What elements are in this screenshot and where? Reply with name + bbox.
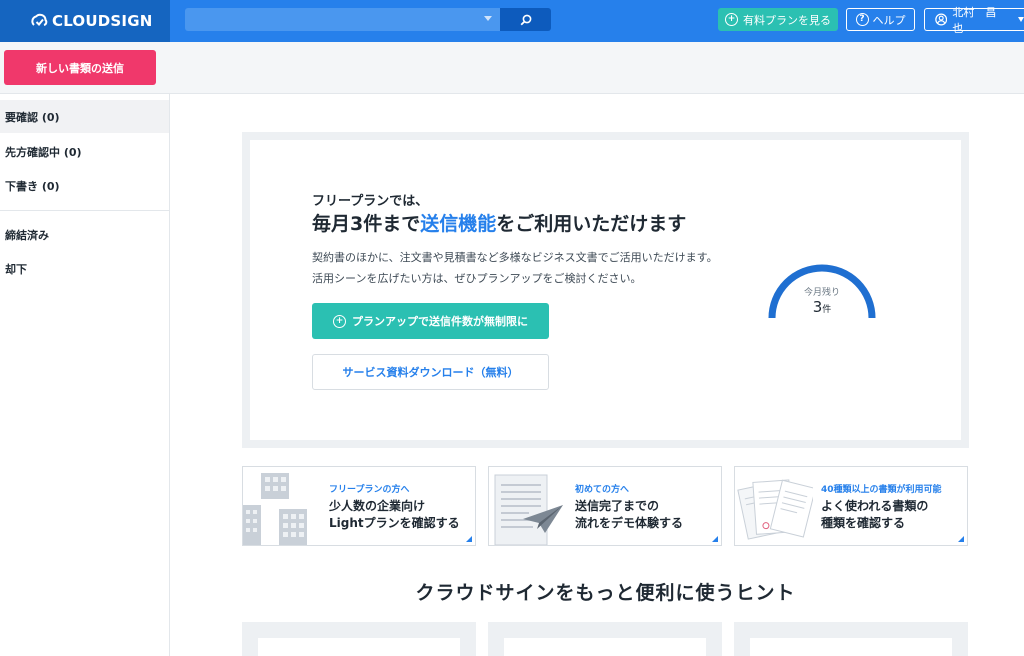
card-title-line1: 少人数の企業向け bbox=[329, 499, 426, 513]
card-title-line1: 送信完了までの bbox=[575, 499, 660, 513]
promo-title-after: をご利用いただけます bbox=[496, 213, 687, 235]
question-circle-icon: ? bbox=[855, 13, 869, 26]
view-paid-plans-button[interactable]: + 有料プランを見る bbox=[718, 8, 838, 31]
search-button[interactable] bbox=[500, 8, 551, 31]
paper-plane-document-icon bbox=[494, 474, 563, 545]
search-input[interactable] bbox=[185, 8, 500, 31]
user-menu-button[interactable]: 北村 昌也 bbox=[924, 6, 1024, 35]
help-label: ヘルプ bbox=[872, 13, 906, 27]
promo-title-highlight: 送信機能 bbox=[420, 213, 497, 235]
plus-circle-icon: + bbox=[725, 13, 738, 26]
promo-title: 毎月3件まで送信機能をご利用いただけます bbox=[312, 209, 686, 236]
sidebar-item-drafts[interactable]: 下書き (0) bbox=[0, 169, 169, 202]
hint-card[interactable] bbox=[734, 622, 968, 656]
sidebar-divider bbox=[0, 210, 169, 211]
hint-card-image bbox=[750, 638, 952, 656]
plus-circle-icon: + bbox=[333, 314, 346, 328]
card-title-line2: 流れをデモ体験する bbox=[575, 516, 684, 530]
cloudsign-logo-icon bbox=[31, 13, 48, 26]
corner-arrow-icon bbox=[712, 536, 718, 542]
card-title-line2: Lightプランを確認する bbox=[329, 516, 460, 530]
chevron-down-icon bbox=[1018, 17, 1024, 22]
sidebar-item-awaiting-counterparty[interactable]: 先方確認中 (0) bbox=[0, 135, 169, 168]
promo-description: 契約書のほかに、注文書や見積書など多様なビジネス文書でご活用いただけます。活用シ… bbox=[312, 251, 718, 285]
hint-card[interactable] bbox=[488, 622, 722, 656]
top-navigation-bar: CLOUDSIGN + 有料プランを見る ? ヘルプ 北村 昌也 bbox=[0, 0, 1024, 42]
hints-heading: クラウドサインをもっと便利に使うヒント bbox=[415, 582, 796, 604]
corner-arrow-icon bbox=[466, 536, 472, 542]
card-title-line2: 種類を確認する bbox=[821, 516, 906, 530]
upgrade-plan-button[interactable]: + プランアップで送信件数が無制限に bbox=[312, 303, 549, 339]
hint-card[interactable] bbox=[242, 622, 476, 656]
logo-text: CLOUDSIGN bbox=[52, 12, 153, 30]
card-title-line1: よく使われる書類の bbox=[821, 499, 929, 513]
card-light-plan[interactable]: フリープランの方へ 少人数の企業向け Lightプランを確認する bbox=[242, 466, 476, 546]
corner-arrow-icon bbox=[958, 536, 964, 542]
card-tag: 40種類以上の書類が利用可能 bbox=[821, 485, 942, 495]
office-buildings-icon bbox=[243, 473, 307, 545]
stacked-documents-icon bbox=[737, 479, 813, 540]
gauge-value: 3件 bbox=[766, 298, 878, 316]
view-paid-plans-label: 有料プランを見る bbox=[743, 13, 831, 27]
logo[interactable]: CLOUDSIGN bbox=[0, 0, 170, 42]
gauge-label: 今月残り bbox=[803, 288, 840, 298]
gauge-unit: 件 bbox=[822, 305, 832, 315]
download-service-materials-button[interactable]: サービス資料ダウンロード（無料） bbox=[312, 354, 549, 390]
search-icon bbox=[520, 14, 531, 25]
gauge-number: 3 bbox=[812, 298, 823, 316]
sidebar-item-concluded[interactable]: 締結済み bbox=[0, 218, 169, 251]
card-document-types[interactable]: 40種類以上の書類が利用可能 よく使われる書類の 種類を確認する bbox=[734, 466, 968, 546]
sidebar-item-rejected[interactable]: 却下 bbox=[0, 252, 169, 285]
help-button[interactable]: ? ヘルプ bbox=[846, 8, 915, 31]
user-icon bbox=[935, 13, 948, 26]
send-new-document-button[interactable]: 新しい書類の送信 bbox=[4, 50, 156, 85]
sidebar-item-needs-review[interactable]: 要確認 (0) bbox=[0, 100, 169, 133]
sidebar: 要確認 (0) 先方確認中 (0) 下書き (0) 締結済み 却下 bbox=[0, 94, 170, 656]
hint-card-image bbox=[258, 638, 460, 656]
card-tag: 初めての方へ bbox=[575, 485, 630, 495]
card-tag: フリープランの方へ bbox=[329, 485, 410, 495]
card-demo[interactable]: 初めての方へ 送信完了までの 流れをデモ体験する bbox=[488, 466, 722, 546]
search-bar bbox=[185, 8, 551, 31]
search-dropdown-caret-icon[interactable] bbox=[484, 16, 492, 21]
hint-card-image bbox=[504, 638, 706, 656]
upgrade-plan-label: プランアップで送信件数が無制限に bbox=[352, 315, 528, 328]
promo-title-before: 毎月3件まで bbox=[312, 213, 421, 235]
promo-subtitle: フリープランでは、 bbox=[312, 194, 429, 209]
user-name: 北村 昌也 bbox=[952, 5, 997, 35]
